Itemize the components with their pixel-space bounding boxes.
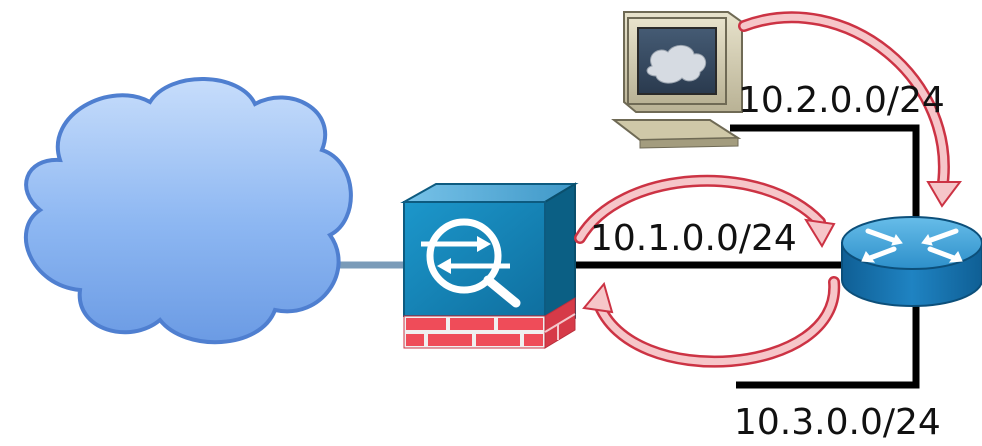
cloud-icon bbox=[23, 77, 353, 345]
flow-arrow-router-to-firewall bbox=[582, 276, 841, 368]
network-diagram: 10.2.0.0/24 10.1.0.0/24 10.3.0.0/24 bbox=[23, 11, 982, 443]
subnet-label-bottom: 10.3.0.0/24 bbox=[734, 402, 941, 443]
firewall-icon bbox=[400, 182, 579, 349]
subnet-label-top: 10.2.0.0/24 bbox=[738, 80, 945, 121]
subnet-label-middle: 10.1.0.0/24 bbox=[590, 218, 797, 259]
workstation-icon bbox=[611, 11, 743, 149]
router-icon bbox=[841, 216, 982, 307]
